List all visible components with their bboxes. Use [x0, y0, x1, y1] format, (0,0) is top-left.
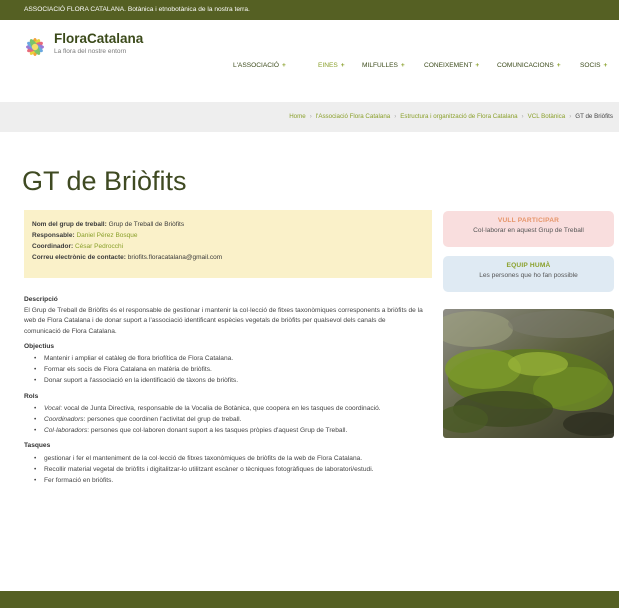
nav-item-eines[interactable]: EINES + — [318, 62, 345, 69]
moss-photo — [443, 309, 614, 438]
list-item: Coordinadors: persones que coordinen l'a… — [24, 415, 424, 425]
participate-title: VULL PARTICIPAR — [497, 217, 560, 224]
nav-item-comunicacions[interactable]: COMUNICACIONS + — [497, 62, 561, 69]
responsible-label: Responsable: — [32, 232, 75, 239]
role-name: Vocal — [44, 404, 61, 412]
nav-item-coneixement[interactable]: CONEIXEMENT + — [424, 62, 479, 69]
description-heading: Descripció — [24, 296, 58, 303]
objectives-heading: Objectius — [24, 342, 55, 350]
group-name-value: Grup de Treball de Briòfits — [108, 221, 185, 228]
list-item: gestionar i fer el manteniment de la col… — [24, 454, 424, 464]
role-name: Col·laboradors — [44, 427, 88, 435]
description-text: El Grup de Treball de Briòfits és el res… — [24, 307, 423, 335]
main-content: Descripció El Grup de Treball de Briòfit… — [24, 290, 424, 487]
responsible-link[interactable]: Daniel Pérez Bosque — [76, 232, 137, 239]
list-item: Recollir material vegetal de briòfits i … — [24, 465, 424, 475]
group-name-label: Nom del grup de treball: — [32, 221, 107, 228]
plus-icon: + — [340, 62, 345, 69]
plus-icon: + — [281, 62, 286, 69]
nav-item-socis[interactable]: SOCIS + — [580, 62, 607, 69]
role-description: : vocal de Junta Directiva, responsable … — [60, 404, 381, 412]
page-title: GT de Briòfits — [22, 166, 187, 196]
breadcrumb-estructura[interactable]: Estructura i organització de Flora Catal… — [400, 113, 517, 120]
breadcrumb: Home › l'Associació Flora Catalana › Estruct… — [289, 113, 613, 120]
breadcrumb-separator: › — [394, 113, 397, 120]
flower-logo-icon[interactable] — [24, 36, 46, 58]
nav-label: EINES — [318, 62, 338, 69]
tasks-list: gestionar i fer el manteniment de la col… — [24, 454, 424, 487]
role-name: Coordinadors — [44, 416, 84, 424]
breadcrumb-home[interactable]: Home — [289, 113, 306, 120]
list-item: Donar suport a l'associació en la identi… — [24, 376, 424, 386]
list-item: Fer formació en briòfits. — [24, 476, 424, 486]
breadcrumb-separator: › — [309, 113, 312, 120]
breadcrumb-associacio[interactable]: l'Associació Flora Catalana — [316, 113, 390, 120]
site-footer — [0, 591, 619, 608]
team-title: EQUIP HUMÀ — [506, 262, 551, 269]
nav-item-associacio[interactable]: L'ASSOCIACIÓ + — [233, 62, 286, 69]
plus-icon: + — [556, 62, 561, 69]
site-logo-title[interactable]: FloraCatalana — [54, 31, 143, 46]
nav-label: SOCIS — [580, 62, 601, 69]
nav-label: L'ASSOCIACIÓ — [233, 62, 279, 69]
nav-item-milfulles[interactable]: MILFULLES + — [362, 62, 405, 69]
contact-email-label: Correu electrònic de contacte: — [32, 254, 126, 261]
list-item: Col·laboradors: persones que col·laboren… — [24, 426, 424, 436]
breadcrumb-current: GT de Briòfits — [575, 113, 613, 120]
coordinator-link[interactable]: César Pedrocchi — [75, 243, 123, 250]
topbar-text: ASSOCIACIÓ FLORA CATALANA. Botànica i et… — [24, 6, 250, 13]
breadcrumb-vcl-botanica[interactable]: VCL Botànica — [528, 113, 566, 120]
participate-card[interactable]: VULL PARTICIPAR Col·laborar en aquest Gr… — [443, 211, 614, 247]
list-item: Vocal: vocal de Junta Directiva, respons… — [24, 404, 424, 414]
tasks-heading: Tasques — [24, 442, 51, 450]
top-bar: ASSOCIACIÓ FLORA CATALANA. Botànica i et… — [0, 0, 619, 20]
roles-heading: Rols — [24, 392, 39, 400]
list-item: Formar els socis de Flora Catalana en ma… — [24, 365, 424, 375]
coordinator-label: Coordinador: — [32, 243, 74, 250]
participate-subtitle: Col·laborar en aquest Grup de Treball — [473, 227, 584, 234]
breadcrumb-separator: › — [521, 113, 524, 120]
contact-email-value: briofits.floracatalana@gmail.com — [127, 254, 223, 261]
plus-icon: + — [603, 62, 608, 69]
roles-list: Vocal: vocal de Junta Directiva, respons… — [24, 404, 424, 437]
list-item: Mantenir i ampliar el catàleg de flora b… — [24, 354, 424, 364]
plus-icon: + — [475, 62, 480, 69]
role-description: : persones que col·laboren donant suport… — [87, 427, 348, 435]
group-info-box: Nom del grup de treball: Grup de Treball… — [24, 210, 432, 278]
team-card[interactable]: EQUIP HUMÀ Les persones que ho fan possi… — [443, 256, 614, 292]
objectives-list: Mantenir i ampliar el catàleg de flora b… — [24, 354, 424, 387]
plus-icon: + — [400, 62, 405, 69]
breadcrumb-bar: Home › l'Associació Flora Catalana › Estruct… — [0, 102, 619, 132]
role-description: : persones que coordinen l'activitat del… — [83, 416, 242, 424]
nav-label: COMUNICACIONS — [497, 62, 554, 69]
site-logo-subtitle: La flora del nostre entorn — [54, 48, 127, 55]
team-subtitle: Les persones que ho fan possible — [479, 272, 578, 279]
nav-label: MILFULLES — [362, 62, 398, 69]
breadcrumb-separator: › — [569, 113, 572, 120]
nav-label: CONEIXEMENT — [424, 62, 473, 69]
